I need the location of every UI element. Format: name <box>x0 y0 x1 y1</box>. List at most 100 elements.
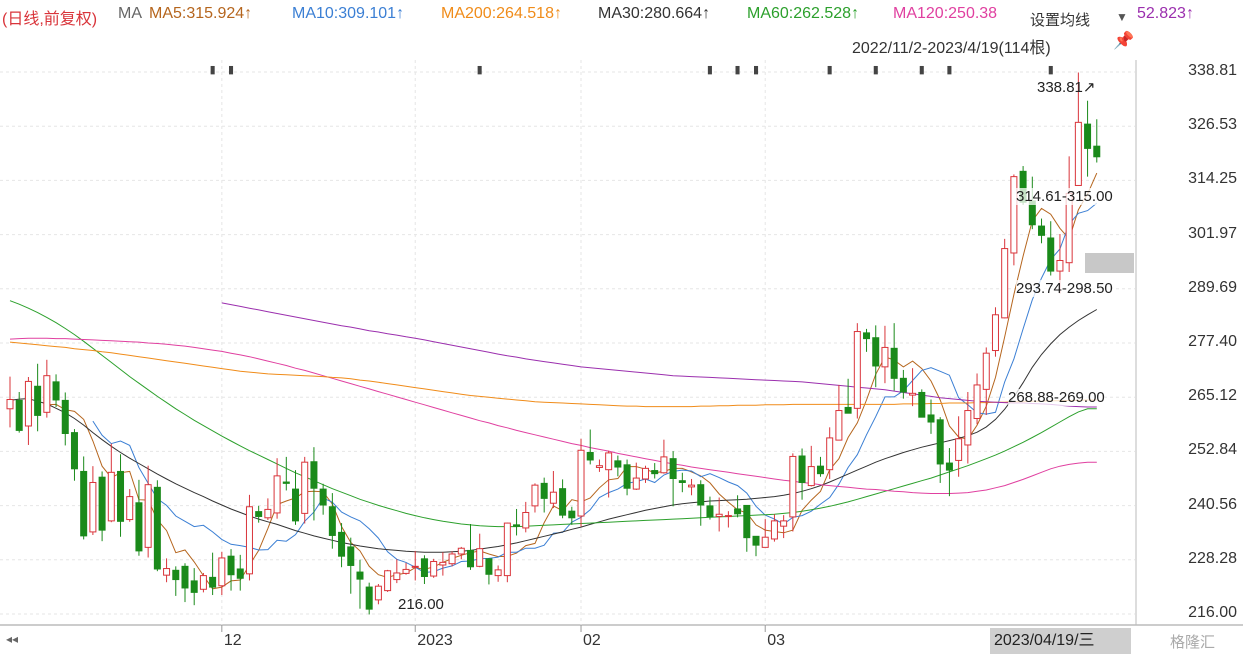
candle[interactable] <box>595 459 603 472</box>
candle[interactable] <box>853 323 861 419</box>
candle[interactable] <box>844 378 852 414</box>
candlestick-chart[interactable]: ▮ ▮ ▮ ▮ ▮ ▮ ▮ ▮ ▮ ▮ ▮ <box>0 0 1243 654</box>
candle[interactable] <box>6 376 14 428</box>
candle[interactable] <box>688 478 696 496</box>
candle[interactable] <box>227 549 235 591</box>
candle[interactable] <box>503 522 511 583</box>
candle[interactable] <box>826 427 834 479</box>
candle[interactable] <box>568 506 576 525</box>
candle[interactable] <box>273 458 281 519</box>
candle[interactable] <box>467 523 474 570</box>
period-label[interactable]: (日线,前复权) <box>2 5 97 29</box>
event-marker-icon[interactable]: ▮ <box>707 63 713 76</box>
candle[interactable] <box>890 323 898 391</box>
event-marker-icon[interactable]: ▮ <box>753 63 759 76</box>
candle[interactable] <box>181 563 189 603</box>
candle[interactable] <box>899 369 907 399</box>
candle[interactable] <box>52 374 60 408</box>
candle[interactable] <box>724 511 732 528</box>
candle[interactable] <box>34 363 42 432</box>
event-marker-icon[interactable]: ▮ <box>228 63 234 76</box>
candle[interactable] <box>402 562 410 575</box>
candle[interactable] <box>172 566 180 596</box>
candle[interactable] <box>559 479 567 519</box>
candle[interactable] <box>190 568 198 606</box>
candle[interactable] <box>513 508 521 536</box>
candle[interactable] <box>614 455 622 477</box>
candle[interactable] <box>789 453 797 532</box>
candle[interactable] <box>292 470 300 525</box>
candle[interactable] <box>816 456 824 477</box>
candle[interactable] <box>15 392 23 433</box>
candle[interactable] <box>61 392 69 446</box>
candle[interactable] <box>1038 218 1046 244</box>
candle[interactable] <box>319 483 327 515</box>
candle[interactable] <box>365 582 373 615</box>
event-marker-icon[interactable]: ▮ <box>919 63 925 76</box>
candle[interactable] <box>126 489 134 522</box>
event-marker-icon[interactable]: ▮ <box>735 63 741 76</box>
candle[interactable] <box>199 572 207 593</box>
candle[interactable] <box>282 456 290 491</box>
candle[interactable] <box>457 546 465 560</box>
candle[interactable] <box>448 551 456 567</box>
candle[interactable] <box>218 551 226 596</box>
candle[interactable] <box>89 466 97 536</box>
candle[interactable] <box>163 558 171 583</box>
candle[interactable] <box>1065 156 1073 272</box>
event-marker-icon[interactable]: ▮ <box>1048 63 1054 76</box>
candle[interactable] <box>863 328 871 352</box>
candle[interactable] <box>982 347 990 415</box>
candle[interactable] <box>697 480 705 526</box>
candle[interactable] <box>743 504 751 552</box>
candle[interactable] <box>80 456 88 540</box>
candle[interactable] <box>531 483 539 513</box>
candle[interactable] <box>430 558 438 578</box>
candle[interactable] <box>734 495 742 518</box>
candle[interactable] <box>623 459 631 496</box>
candle[interactable] <box>660 439 668 474</box>
candle[interactable] <box>356 559 364 609</box>
candle[interactable] <box>107 443 115 523</box>
event-marker-icon[interactable]: ▮ <box>477 63 483 76</box>
candle[interactable] <box>651 463 659 479</box>
event-marker-icon[interactable]: ▮ <box>873 63 879 76</box>
candle[interactable] <box>715 497 723 532</box>
candle[interactable] <box>807 445 815 487</box>
candle[interactable] <box>374 583 382 605</box>
candle[interactable] <box>641 465 649 483</box>
candle[interactable] <box>669 451 677 507</box>
candle[interactable] <box>1001 238 1009 319</box>
event-marker-icon[interactable]: ▮ <box>827 63 833 76</box>
candle[interactable] <box>153 480 161 572</box>
candle[interactable] <box>522 501 530 533</box>
candle[interactable] <box>1047 221 1055 276</box>
event-marker-icon[interactable]: ▮ <box>210 63 216 76</box>
candle[interactable] <box>936 417 944 483</box>
candle[interactable] <box>872 325 880 388</box>
candle[interactable] <box>549 471 557 509</box>
candle[interactable] <box>909 368 917 407</box>
candle[interactable] <box>420 555 428 584</box>
event-markers[interactable]: ▮ ▮ ▮ ▮ ▮ ▮ ▮ ▮ ▮ ▮ ▮ <box>210 63 1054 76</box>
candle[interactable] <box>43 359 51 418</box>
candle[interactable] <box>577 438 585 527</box>
event-marker-icon[interactable]: ▮ <box>946 63 952 76</box>
candle[interactable] <box>678 472 686 493</box>
candle[interactable] <box>973 373 981 425</box>
candle[interactable] <box>881 325 889 384</box>
candle[interactable] <box>264 498 272 520</box>
candle[interactable] <box>301 456 309 524</box>
pin-icon[interactable]: 📌 <box>1113 31 1134 51</box>
candle[interactable] <box>384 569 392 592</box>
candle[interactable] <box>605 450 613 498</box>
candle[interactable] <box>927 399 935 434</box>
candle[interactable] <box>706 496 714 520</box>
candle[interactable] <box>98 471 106 542</box>
candle[interactable] <box>835 384 843 441</box>
candle[interactable] <box>918 389 926 418</box>
candle[interactable] <box>991 307 999 357</box>
candle[interactable] <box>245 494 253 581</box>
candle[interactable] <box>494 565 502 582</box>
candle[interactable] <box>752 535 760 557</box>
